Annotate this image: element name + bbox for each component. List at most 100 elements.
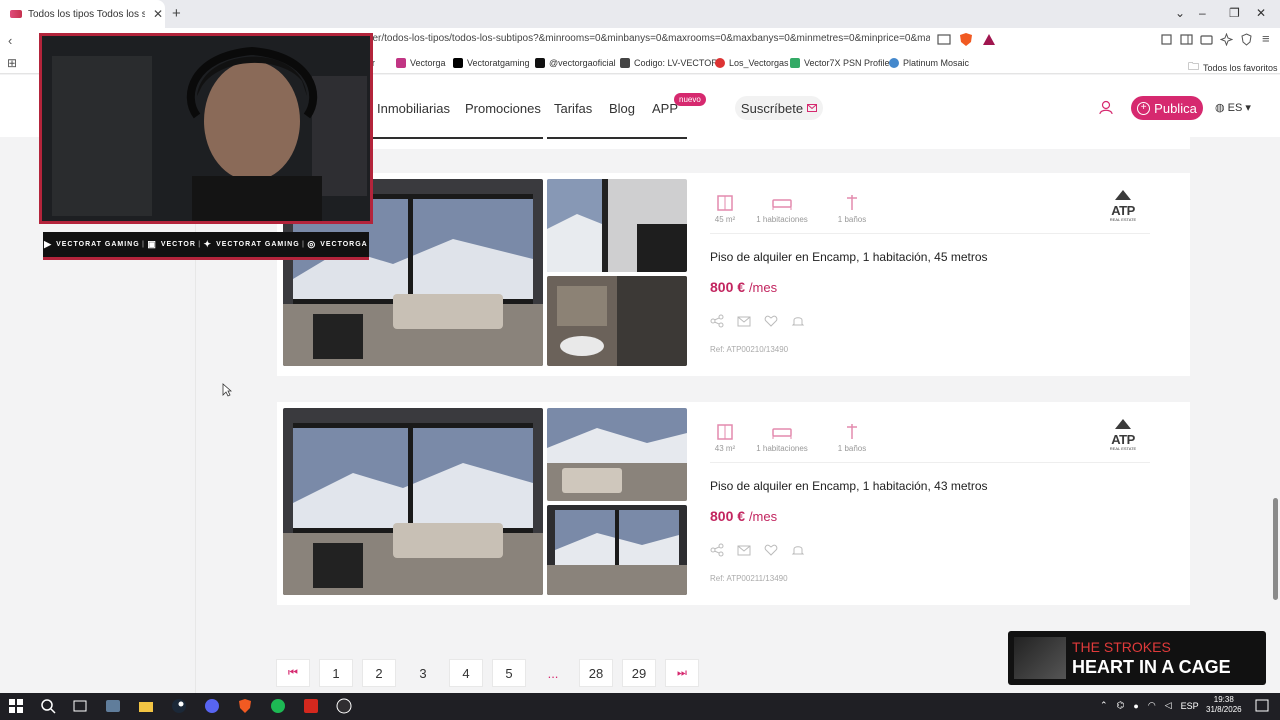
share-icon[interactable]	[710, 543, 724, 557]
mail-icon[interactable]	[737, 314, 751, 328]
listing-card[interactable]: 43 m² 1 habitaciones 1 baños Piso de alq…	[277, 402, 1190, 605]
browser-tab[interactable]: Todos los tipos Todos los subtipos ✕	[0, 0, 165, 28]
listing-card[interactable]: 45 m² 1 habitaciones 1 baños Piso de alq…	[277, 173, 1190, 376]
file-explorer-icon[interactable]	[138, 698, 154, 714]
subscribe-button[interactable]: Suscríbete	[735, 96, 823, 120]
extensions-icon[interactable]	[1160, 33, 1173, 46]
taskbar-clock[interactable]: 19:38 31/8/2026	[1206, 695, 1242, 715]
first-page-button[interactable]: ⏮	[276, 659, 310, 687]
mail-icon[interactable]	[737, 543, 751, 557]
maximize-icon[interactable]: ❐	[1229, 6, 1240, 20]
page-button[interactable]: 2	[362, 659, 396, 687]
bookmark-item[interactable]: Vectoratgaming	[453, 58, 530, 68]
tiktok-icon	[535, 58, 545, 68]
album-cover	[1014, 637, 1066, 679]
listing-title[interactable]: Piso de alquiler en Encamp, 1 habitación…	[710, 479, 988, 493]
task-view-icon[interactable]	[72, 698, 88, 714]
volume-icon[interactable]: ◁	[1165, 700, 1172, 711]
bookmark-item[interactable]: Vector7X PSN Profile	[790, 58, 890, 68]
notifications-icon[interactable]	[1254, 698, 1270, 714]
windows-start-icon[interactable]	[8, 698, 24, 714]
page-button[interactable]: 1	[319, 659, 353, 687]
listing-specs: 45 m² 1 habitaciones 1 baños	[710, 195, 880, 224]
search-icon[interactable]	[40, 698, 56, 714]
brave-rewards-icon[interactable]	[982, 33, 996, 46]
language-selector[interactable]: ◍ ES ▾	[1215, 101, 1251, 114]
listing-thumb-photo[interactable]	[547, 276, 687, 366]
heart-icon[interactable]	[764, 314, 778, 328]
nav-blog[interactable]: Blog	[609, 101, 635, 116]
bookmark-item[interactable]: Codigo: LV-VECTOR	[620, 58, 718, 68]
app-icon[interactable]	[105, 698, 121, 714]
steam-icon[interactable]	[171, 698, 187, 714]
bookmark-item[interactable]: Vectorga	[396, 58, 446, 68]
listing-title[interactable]: Piso de alquiler en Encamp, 1 habitación…	[710, 250, 988, 264]
close-window-icon[interactable]: ✕	[1256, 6, 1266, 20]
bookmark-item[interactable]: Platinum Mosaic	[889, 58, 969, 68]
subscribe-label: Suscríbete	[740, 100, 804, 116]
page-button[interactable]: 29	[622, 659, 656, 687]
nav-promociones[interactable]: Promociones	[465, 101, 541, 116]
close-tab-icon[interactable]: ✕	[151, 7, 165, 21]
chevron-up-icon[interactable]: ⌃	[1100, 700, 1108, 711]
nav-inmobiliarias[interactable]: Inmobiliarias	[377, 101, 450, 116]
minimize-icon[interactable]: –	[1199, 6, 1206, 20]
new-badge: nuevo	[674, 93, 706, 106]
baths-spec: 1 baños	[824, 424, 880, 453]
agency-logo[interactable]: ATP REAL ESTATE	[1105, 187, 1141, 222]
back-icon[interactable]: ‹	[8, 33, 12, 48]
first-page-icon: ⏮	[288, 666, 298, 679]
agency-logo[interactable]: ATP REAL ESTATE	[1105, 416, 1141, 451]
spotify-icon[interactable]	[270, 698, 286, 714]
brave-shield-icon[interactable]	[959, 32, 973, 47]
trophy-icon	[889, 58, 899, 68]
area-spec: 43 m²	[710, 424, 740, 453]
bookmark-item[interactable]: Los_Vectorgas	[715, 58, 789, 68]
listing-thumb-photo[interactable]	[547, 505, 687, 595]
bell-icon[interactable]	[791, 543, 805, 557]
clock-date: 31/8/2026	[1206, 705, 1242, 714]
listing-thumb-photo[interactable]	[547, 408, 687, 501]
discord-icon[interactable]	[204, 698, 220, 714]
apps-grid-icon[interactable]: ⊞	[7, 56, 17, 70]
reddit-icon	[715, 58, 725, 68]
separator: |	[142, 241, 145, 248]
publish-button[interactable]: + Publica	[1131, 96, 1203, 120]
scrollbar-thumb[interactable]	[1273, 498, 1278, 600]
share-icon[interactable]	[710, 314, 724, 328]
separator: |	[302, 241, 305, 248]
leo-ai-icon[interactable]	[1220, 33, 1233, 46]
url-field[interactable]: ller/todos-los-tipos/todos-los-subtipos?…	[368, 33, 930, 44]
new-tab-icon[interactable]: +	[172, 5, 181, 22]
rooms-value: 1 habitaciones	[756, 215, 808, 224]
scrollbar-track[interactable]	[1271, 137, 1280, 693]
price-period: /mes	[748, 280, 778, 295]
wallet-icon[interactable]	[1200, 33, 1213, 46]
nav-tarifas[interactable]: Tarifas	[554, 101, 592, 116]
page-button[interactable]: 4	[449, 659, 483, 687]
wifi-icon[interactable]: ◠	[1148, 700, 1156, 711]
brave-browser-icon[interactable]	[237, 698, 253, 714]
page-button[interactable]: 5	[492, 659, 526, 687]
obs-icon[interactable]	[336, 698, 352, 714]
mail-icon	[807, 104, 818, 112]
bookmark-item[interactable]: @vectorgaoficial	[535, 58, 616, 68]
page-ellipsis: ...	[547, 665, 559, 681]
listing-thumb-photo[interactable]	[547, 179, 687, 272]
page-button[interactable]: 28	[579, 659, 613, 687]
heart-icon[interactable]	[764, 543, 778, 557]
last-page-button[interactable]: ⏭	[665, 659, 699, 687]
listing-main-photo[interactable]	[283, 408, 543, 595]
nav-app[interactable]: APP	[652, 101, 678, 116]
cast-icon[interactable]	[937, 34, 951, 46]
mic-icon[interactable]: ●	[1133, 701, 1138, 711]
acrobat-icon[interactable]	[303, 698, 319, 714]
tab-list-chevron-icon[interactable]: ⌄	[1175, 6, 1185, 20]
bell-icon[interactable]	[791, 314, 805, 328]
sidebar-icon[interactable]	[1180, 33, 1193, 46]
network-icon[interactable]: ⌬	[1117, 700, 1125, 711]
menu-icon[interactable]: ≡	[1262, 31, 1270, 46]
input-language[interactable]: ESP	[1181, 701, 1199, 711]
vpn-shield-icon[interactable]	[1240, 33, 1253, 46]
user-icon[interactable]	[1099, 100, 1113, 115]
